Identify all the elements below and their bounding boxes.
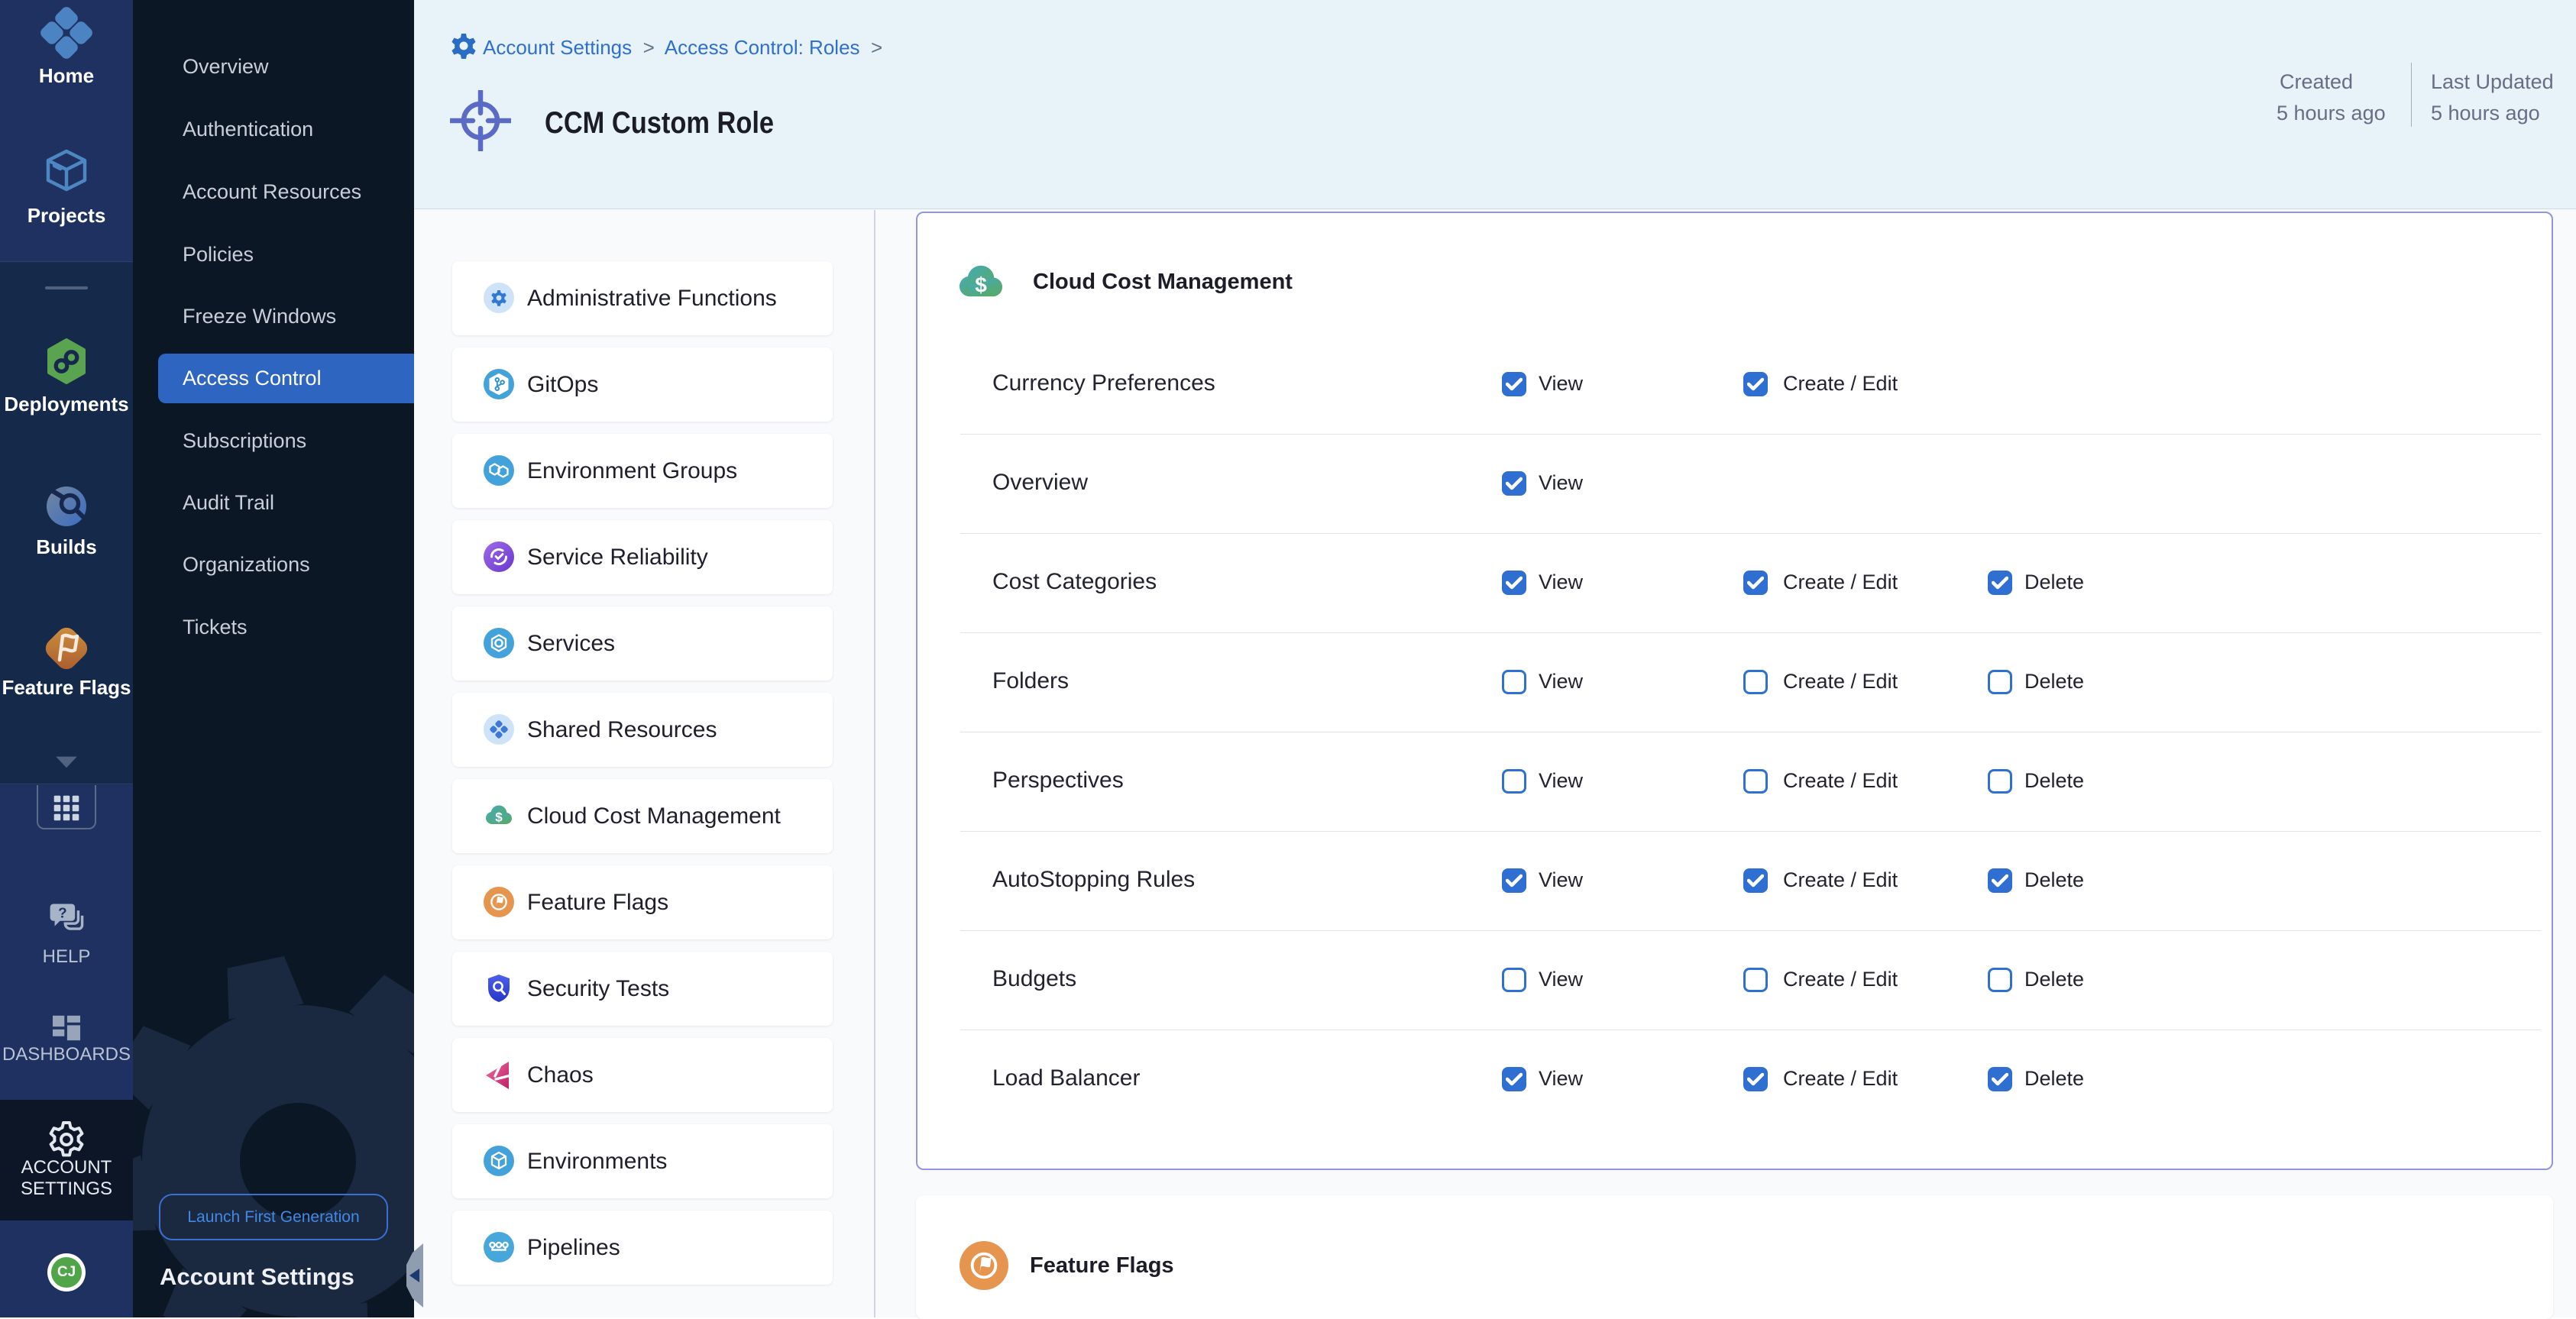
svg-text:?: ? — [58, 905, 67, 921]
svg-text:$: $ — [975, 273, 987, 296]
svg-text:$: $ — [495, 810, 503, 825]
